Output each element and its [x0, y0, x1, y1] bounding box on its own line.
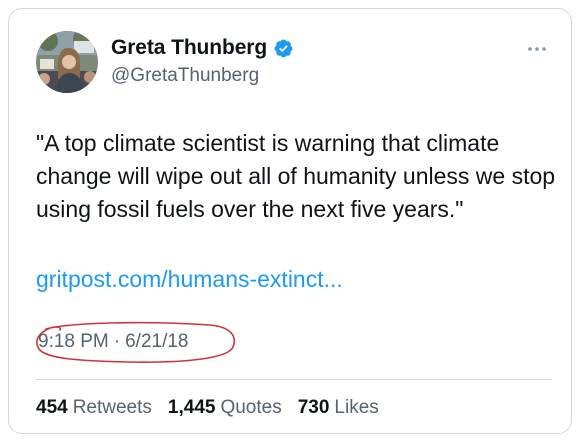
author-display-name[interactable]: Greta Thunberg [111, 36, 267, 60]
tweet-timestamp[interactable]: 9:18 PM · 6/21/18 [38, 331, 189, 353]
engagement-stats: 454 Retweets 1,445 Quotes 730 Likes [36, 397, 395, 419]
likes-stat[interactable]: 730 Likes [298, 397, 379, 419]
tweet-date: 6/21/18 [125, 331, 189, 352]
tweet-text: "A top climate scientist is warning that… [36, 130, 556, 222]
author-block: Greta Thunberg @GretaThunberg [111, 35, 294, 87]
timestamp-area: 9:18 PM · 6/21/18 [36, 321, 246, 363]
retweets-stat[interactable]: 454 Retweets [36, 397, 152, 419]
avatar[interactable] [36, 31, 98, 93]
author-handle[interactable]: @GretaThunberg [111, 65, 294, 87]
retweets-label: Retweets [72, 397, 152, 418]
tweet-time: 9:18 PM [38, 331, 109, 352]
stats-divider [36, 379, 551, 380]
author-name-row: Greta Thunberg [111, 35, 294, 61]
tweet-link[interactable]: gritpost.com/humans-extinct... [36, 263, 343, 296]
tweet-card: Greta Thunberg @GretaThunberg "A top cli… [8, 8, 572, 434]
likes-label: Likes [334, 397, 379, 418]
timestamp-separator: · [113, 331, 121, 352]
avatar-photo [36, 31, 98, 93]
retweets-count: 454 [36, 397, 68, 418]
more-options-icon[interactable] [526, 41, 548, 51]
quotes-count: 1,445 [167, 397, 216, 418]
quotes-label: Quotes [220, 397, 282, 418]
likes-count: 730 [297, 397, 330, 418]
verified-badge-icon [273, 38, 294, 59]
quotes-stat[interactable]: 1,445 Quotes [168, 397, 282, 419]
